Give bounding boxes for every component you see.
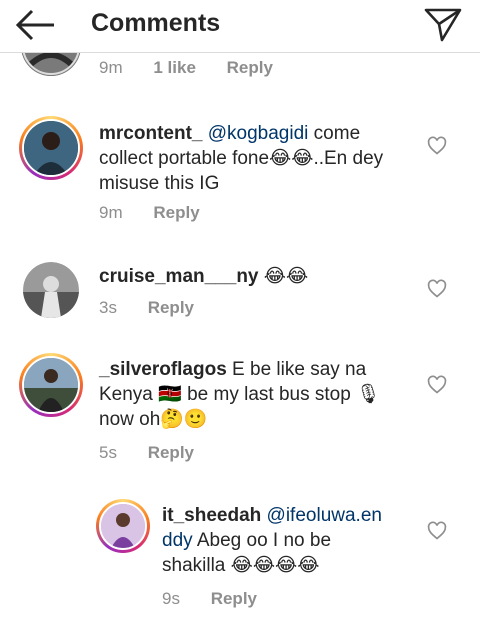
comment-mention[interactable]: @kogbagidi — [208, 123, 309, 144]
comment-username[interactable]: cruise_man___ny — [99, 266, 259, 287]
reply-button[interactable]: Reply — [153, 203, 199, 222]
comment-body: 😂😂 — [258, 266, 309, 287]
heart-icon[interactable] — [427, 279, 447, 299]
avatar[interactable] — [96, 499, 150, 553]
share-button[interactable] — [422, 6, 464, 44]
comment-text: mrcontent_ @kogbagidi come collect porta… — [99, 121, 399, 196]
comment-username[interactable]: mrcontent_ — [99, 123, 202, 144]
comment-time: 9m — [99, 203, 123, 222]
heart-icon[interactable] — [427, 521, 447, 541]
comment-time: 9m — [99, 58, 123, 77]
comment-item: cruise_man___ny 😂😂 3s Reply — [0, 262, 480, 326]
comment-time: 5s — [99, 443, 117, 462]
reply-button[interactable]: Reply — [211, 589, 257, 608]
comment-reply-item: it_sheedah @ifeoluwa.enddy Abeg oo I no … — [0, 499, 480, 619]
heart-icon[interactable] — [427, 136, 447, 156]
back-button[interactable] — [14, 8, 58, 42]
header-bar: Comments — [0, 0, 480, 53]
avatar-photo — [24, 121, 78, 175]
avatar-photo — [24, 358, 78, 412]
back-arrow-icon — [15, 9, 54, 41]
comments-list[interactable]: 9m 1 like Reply mrcontent_ @kogbagidi co… — [0, 16, 480, 624]
avatar[interactable] — [19, 353, 83, 417]
avatar-photo — [101, 504, 145, 548]
send-icon — [424, 8, 462, 42]
comment-text: it_sheedah @ifeoluwa.enddy Abeg oo I no … — [162, 503, 392, 578]
reply-button[interactable]: Reply — [227, 58, 273, 77]
avatar[interactable] — [19, 116, 83, 180]
comment-username[interactable]: _silveroflagos — [99, 359, 227, 380]
reply-button[interactable]: Reply — [148, 298, 194, 317]
heart-icon[interactable] — [427, 375, 447, 395]
comment-username[interactable]: it_sheedah — [162, 505, 261, 526]
comment-meta: 3s Reply — [99, 298, 220, 318]
comment-time: 9s — [162, 589, 180, 608]
reply-button[interactable]: Reply — [148, 443, 194, 462]
comment-item: _silveroflagos E be like say na Kenya 🇰🇪… — [0, 353, 480, 473]
avatar[interactable] — [23, 262, 79, 318]
like-count[interactable]: 1 like — [153, 58, 196, 77]
page-title: Comments — [91, 9, 221, 37]
comment-text: _silveroflagos E be like say na Kenya 🇰🇪… — [99, 357, 399, 432]
comment-meta: 5s Reply — [99, 443, 220, 463]
comment-meta: 9m 1 like Reply — [99, 58, 299, 78]
avatar-photo — [23, 262, 79, 318]
comment-meta: 9m Reply — [99, 203, 226, 223]
comment-time: 3s — [99, 298, 117, 317]
comment-meta: 9s Reply — [162, 589, 283, 609]
comment-text: cruise_man___ny 😂😂 — [99, 264, 399, 289]
comment-partial: 9m 1 like Reply — [0, 16, 480, 82]
comment-item: mrcontent_ @kogbagidi come collect porta… — [0, 116, 480, 228]
